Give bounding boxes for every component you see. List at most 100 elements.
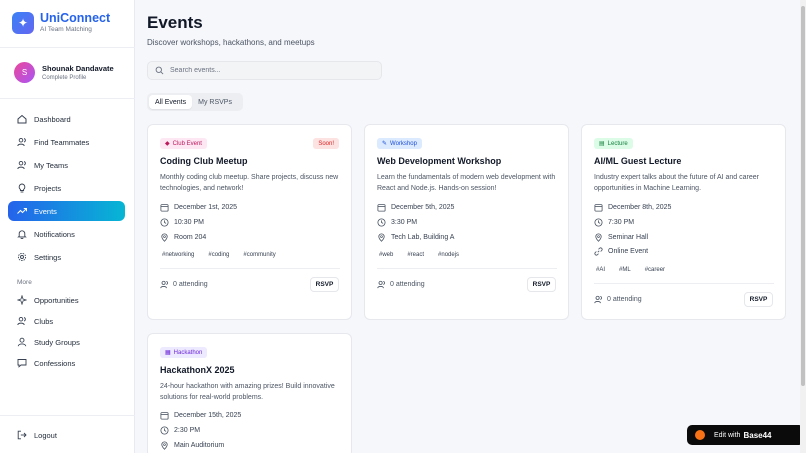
profile-name: Shounak Dandavate — [42, 63, 114, 73]
nav-label: Dashboard — [34, 114, 71, 124]
badge-prefix: Edit with — [714, 431, 741, 439]
nav-notifications[interactable]: Notifications — [8, 224, 125, 244]
event-title: Web Development Workshop — [377, 156, 502, 166]
nav-section-more: More — [17, 279, 32, 286]
event-online-text: Online Event — [608, 248, 649, 255]
event-date: December 1st, 2025 — [160, 203, 237, 212]
event-description: Industry expert talks about the future o… — [594, 174, 759, 192]
users-icon — [160, 280, 169, 289]
profile-subtitle: Complete Profile — [42, 74, 87, 81]
scrollbar[interactable] — [800, 0, 806, 453]
event-time-text: 10:30 PM — [174, 219, 204, 226]
event-time-text: 7:30 PM — [608, 219, 635, 226]
nav-my-teams[interactable]: My Teams — [8, 155, 125, 175]
tab-my-rsvps[interactable]: My RSVPs — [192, 95, 238, 109]
sidebar: ✦ UniConnect AI Team Matching S Shounak … — [0, 0, 135, 453]
nav-label: Projects — [34, 183, 62, 193]
nav-settings[interactable]: Settings — [8, 247, 125, 267]
base44-logo-icon — [695, 430, 705, 440]
event-location-text: Tech Lab, Building A — [391, 234, 455, 241]
nav-label: Study Groups — [34, 337, 80, 347]
clock-icon — [594, 218, 603, 227]
nav-label: My Teams — [34, 160, 69, 170]
event-description: Learn the fundamentals of modern web dev… — [377, 174, 556, 192]
event-tags: #networking #coding #community — [162, 252, 290, 258]
map-pin-icon — [160, 233, 169, 242]
code-icon: ▦ — [165, 350, 171, 356]
event-card[interactable]: ✎ Workshop Web Development Workshop Learn… — [364, 124, 569, 320]
bell-icon — [17, 229, 27, 239]
rsvp-button[interactable]: RSVP — [527, 277, 556, 292]
brand[interactable]: ✦ UniConnect AI Team Matching — [12, 12, 110, 34]
search-box[interactable] — [147, 61, 382, 80]
category-label: Hackathon — [173, 349, 203, 356]
calendar-icon — [160, 411, 169, 420]
category-badge: ▤ Lecture — [594, 138, 633, 149]
users-icon — [17, 316, 27, 326]
event-title: HackathonX 2025 — [160, 365, 235, 375]
event-time-text: 3:30 PM — [391, 219, 418, 226]
event-location-text: Main Auditorium — [174, 442, 225, 449]
nav-study-groups[interactable]: Study Groups — [8, 332, 125, 352]
tag: #nodejs — [438, 252, 460, 258]
users-icon — [594, 295, 603, 304]
nav-label: Opportunities — [34, 295, 79, 305]
event-card[interactable]: ▦ Hackathon HackathonX 2025 24-hour hacka… — [147, 333, 352, 453]
nav-label: Events — [34, 206, 57, 216]
calendar-icon — [594, 203, 603, 212]
map-pin-icon — [594, 233, 603, 242]
nav-find-teammates[interactable]: Find Teammates — [8, 132, 125, 152]
tag: #community — [243, 252, 276, 258]
event-tabs: All Events My RSVPs — [147, 93, 243, 111]
attending-count: 0 attending — [594, 295, 642, 304]
tab-all-events[interactable]: All Events — [149, 95, 193, 109]
rsvp-button[interactable]: RSVP — [744, 292, 773, 307]
category-label: Club Event — [172, 140, 202, 147]
profile[interactable]: S Shounak Dandavate Complete Profile — [14, 62, 114, 83]
tag: #ML — [619, 267, 631, 273]
edit-with-base44-badge[interactable]: Edit with Base44 — [687, 425, 804, 445]
event-card[interactable]: ◆ Club Event Soon! Coding Club Meetup Mon… — [147, 124, 352, 320]
event-time-text: 2:30 PM — [174, 427, 201, 434]
gear-icon — [17, 252, 27, 262]
scrollbar-thumb[interactable] — [801, 6, 805, 386]
link-icon — [594, 247, 603, 256]
status-badge: Soon! — [313, 138, 339, 149]
map-pin-icon — [160, 441, 169, 450]
divider — [0, 98, 135, 99]
tag-icon: ◆ — [165, 141, 170, 147]
nav-label: Notifications — [34, 229, 75, 239]
nav-dashboard[interactable]: Dashboard — [8, 109, 125, 129]
brand-tagline: AI Team Matching — [40, 26, 92, 33]
event-date: December 15th, 2025 — [160, 411, 241, 420]
sparkle-icon — [17, 295, 27, 305]
tag: #web — [379, 252, 394, 258]
tag: #react — [407, 252, 425, 258]
event-location: Tech Lab, Building A — [377, 233, 454, 242]
nav-opportunities[interactable]: Opportunities — [8, 290, 125, 310]
event-time: 10:30 PM — [160, 218, 204, 227]
page-title: Events — [147, 13, 203, 32]
search-input[interactable] — [170, 67, 370, 74]
rsvp-button[interactable]: RSVP — [310, 277, 339, 292]
logout-icon — [17, 430, 27, 440]
nav-confessions[interactable]: Confessions — [8, 353, 125, 373]
nav-events[interactable]: Events — [8, 201, 125, 221]
event-description: 24-hour hackathon with amazing prizes! B… — [160, 383, 335, 401]
wrench-icon: ✎ — [382, 141, 388, 147]
nav-label: Clubs — [34, 316, 54, 326]
event-location-text: Room 204 — [174, 234, 207, 241]
nav-projects[interactable]: Projects — [8, 178, 125, 198]
nav-label: Confessions — [34, 358, 76, 368]
badge-brand: Base44 — [743, 430, 772, 440]
book-icon: ▤ — [599, 141, 605, 147]
logout-button[interactable]: Logout — [8, 425, 125, 445]
category-badge: ▦ Hackathon — [160, 347, 208, 358]
attending-count: 0 attending — [377, 280, 425, 289]
map-pin-icon — [377, 233, 386, 242]
event-card[interactable]: ▤ Lecture AI/ML Guest Lecture Industry ex… — [581, 124, 786, 320]
event-date-text: December 8th, 2025 — [608, 204, 672, 211]
nav-clubs[interactable]: Clubs — [8, 311, 125, 331]
user-icon — [17, 337, 27, 347]
event-location: Seminar Hall — [594, 233, 648, 242]
